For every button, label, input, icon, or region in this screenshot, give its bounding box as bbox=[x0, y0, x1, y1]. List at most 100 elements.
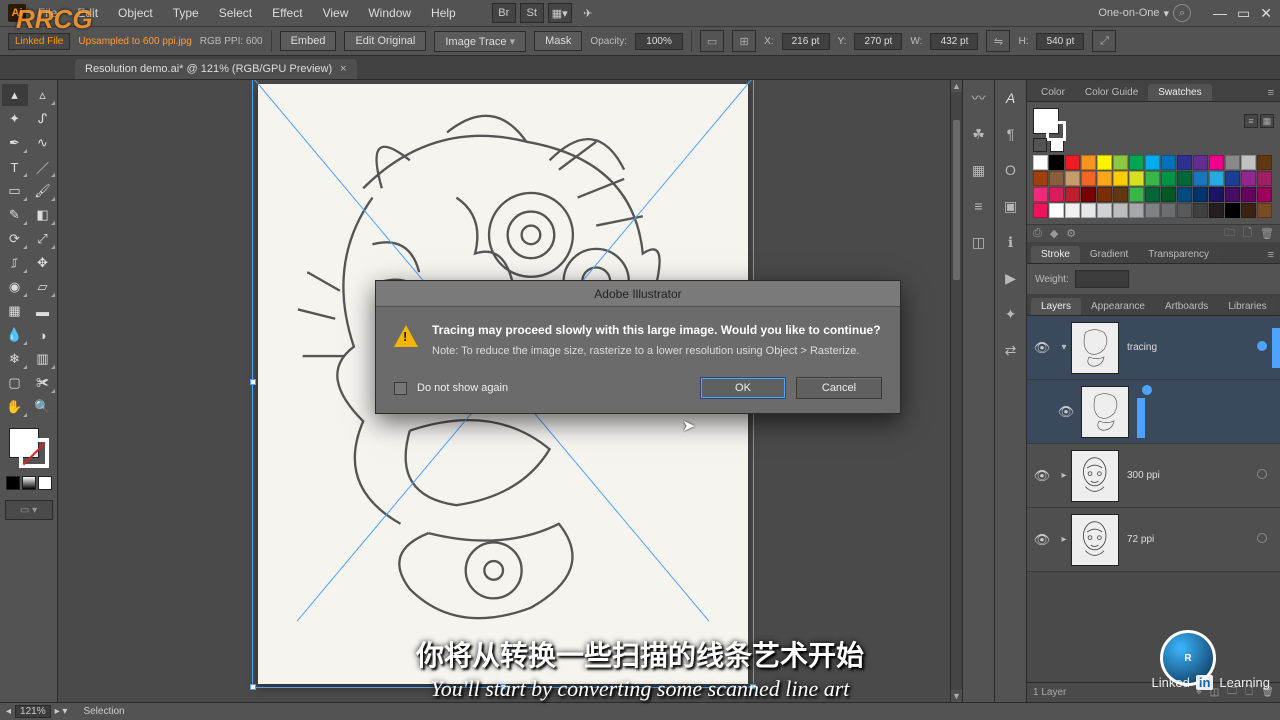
swatch-grid-view-icon[interactable]: ▦ bbox=[1260, 114, 1274, 128]
new-layer-icon[interactable]: 🗋 bbox=[1245, 684, 1253, 701]
panel-menu-icon[interactable]: ≡ bbox=[1262, 247, 1280, 263]
new-sublayer-icon[interactable]: 🗀 bbox=[1227, 684, 1237, 701]
tab-transparency[interactable]: Transparency bbox=[1138, 246, 1219, 263]
swatch[interactable] bbox=[1145, 203, 1160, 218]
swatch[interactable] bbox=[1097, 187, 1112, 202]
swatch[interactable] bbox=[1065, 171, 1080, 186]
swatch[interactable] bbox=[1193, 187, 1208, 202]
tab-color-guide[interactable]: Color Guide bbox=[1075, 84, 1148, 101]
menu-window[interactable]: Window bbox=[360, 6, 419, 20]
swatch[interactable] bbox=[1129, 187, 1144, 202]
vertical-scrollbar[interactable]: ▲ ▼ bbox=[950, 80, 962, 702]
artboard-tool[interactable]: ▢ bbox=[2, 372, 28, 394]
zoom-control[interactable]: ◂ 121% ▸ ▾ bbox=[6, 705, 67, 718]
x-value[interactable]: 216 pt bbox=[782, 33, 830, 50]
scale-tool[interactable]: ⤢ bbox=[30, 228, 56, 250]
menu-select[interactable]: Select bbox=[211, 6, 260, 20]
swatch[interactable] bbox=[1161, 171, 1176, 186]
link-wh-button[interactable]: ⇋ bbox=[986, 30, 1010, 52]
swatch[interactable] bbox=[1081, 171, 1096, 186]
eraser-tool[interactable]: ◧ bbox=[30, 204, 56, 226]
curvature-tool[interactable]: ∿ bbox=[30, 132, 56, 154]
swatch[interactable] bbox=[1113, 155, 1128, 170]
width-tool[interactable]: ⎎ bbox=[2, 252, 28, 274]
fill-stroke-indicator[interactable] bbox=[7, 426, 51, 470]
none-swatch[interactable] bbox=[1033, 138, 1047, 152]
swatch[interactable] bbox=[1209, 171, 1224, 186]
swatch[interactable] bbox=[1225, 155, 1240, 170]
visibility-toggle[interactable]: 👁 bbox=[1051, 404, 1081, 420]
graphic-styles-panel-icon[interactable]: ▦ bbox=[967, 158, 991, 182]
y-value[interactable]: 270 pt bbox=[854, 33, 902, 50]
new-swatch-icon[interactable]: 🗋 bbox=[1243, 224, 1252, 243]
layer-name[interactable]: tracing bbox=[1127, 342, 1252, 353]
layer-twirl-icon[interactable]: ▾ bbox=[1057, 342, 1071, 353]
opacity-value[interactable]: 100% bbox=[635, 33, 683, 50]
opentype-panel-icon[interactable]: O bbox=[999, 158, 1023, 182]
gradient-tool[interactable]: ▬ bbox=[30, 300, 56, 322]
close-button[interactable]: ✕ bbox=[1260, 5, 1272, 22]
swatch[interactable] bbox=[1193, 155, 1208, 170]
minimize-button[interactable]: — bbox=[1213, 5, 1227, 22]
rectangle-tool[interactable]: ▭ bbox=[2, 180, 28, 202]
w-value[interactable]: 432 pt bbox=[930, 33, 978, 50]
swatch[interactable] bbox=[1049, 203, 1064, 218]
current-fill-swatch[interactable] bbox=[1033, 108, 1059, 134]
tab-gradient[interactable]: Gradient bbox=[1080, 246, 1138, 263]
layer-target[interactable] bbox=[1252, 533, 1272, 546]
shapebuilder-tool[interactable]: ◉ bbox=[2, 276, 28, 298]
transform-panel-button[interactable]: ⤢ bbox=[1092, 30, 1116, 52]
scroll-up-icon[interactable]: ▲ bbox=[951, 80, 962, 92]
free-transform-tool[interactable]: ✥ bbox=[30, 252, 56, 274]
tab-color[interactable]: Color bbox=[1031, 84, 1075, 101]
bridge-button[interactable]: Br bbox=[492, 3, 516, 23]
linked-file-badge[interactable]: Linked File bbox=[8, 33, 70, 50]
swatch[interactable] bbox=[1257, 155, 1272, 170]
shaper-tool[interactable]: ✎ bbox=[2, 204, 28, 226]
swatch[interactable] bbox=[1065, 155, 1080, 170]
swatch[interactable] bbox=[1177, 187, 1192, 202]
swatch[interactable] bbox=[1241, 155, 1256, 170]
swatch[interactable] bbox=[1257, 203, 1272, 218]
edit-original-button[interactable]: Edit Original bbox=[344, 31, 426, 51]
swatch[interactable] bbox=[1177, 155, 1192, 170]
swatch[interactable] bbox=[1097, 203, 1112, 218]
swatch[interactable] bbox=[1049, 171, 1064, 186]
magic-wand-tool[interactable]: ✦ bbox=[2, 108, 28, 130]
stock-button[interactable]: St bbox=[520, 3, 544, 23]
visibility-toggle[interactable]: 👁 bbox=[1027, 340, 1057, 356]
search-icon[interactable]: ⌕ bbox=[1173, 4, 1191, 22]
h-value[interactable]: 540 pt bbox=[1036, 33, 1084, 50]
align-button[interactable]: ▭ bbox=[700, 30, 724, 52]
screen-mode-button[interactable]: ▭ ▾ bbox=[5, 500, 53, 520]
character-panel-icon[interactable]: A bbox=[999, 86, 1023, 110]
swatch[interactable] bbox=[1257, 187, 1272, 202]
swatch[interactable] bbox=[1113, 171, 1128, 186]
swatch[interactable] bbox=[1065, 203, 1080, 218]
dont-show-checkbox[interactable] bbox=[394, 382, 407, 395]
swatch[interactable] bbox=[1065, 187, 1080, 202]
swatch-list-view-icon[interactable]: ≡ bbox=[1244, 114, 1258, 128]
links-panel-icon[interactable]: ⇄ bbox=[999, 338, 1023, 362]
swatch-libraries-icon[interactable]: ⎙ bbox=[1033, 227, 1042, 240]
swatch[interactable] bbox=[1145, 187, 1160, 202]
ok-button[interactable]: OK bbox=[700, 377, 786, 399]
swatch[interactable] bbox=[1161, 187, 1176, 202]
swatch[interactable] bbox=[1033, 203, 1048, 218]
layer-name[interactable] bbox=[1137, 385, 1280, 438]
swatch[interactable] bbox=[1257, 171, 1272, 186]
visibility-toggle[interactable]: 👁 bbox=[1027, 532, 1057, 548]
eyedropper-tool[interactable]: 💧 bbox=[2, 324, 28, 346]
none-mode[interactable] bbox=[38, 476, 52, 490]
swatch[interactable] bbox=[1049, 187, 1064, 202]
delete-layer-icon[interactable]: 🗑 bbox=[1261, 687, 1274, 698]
swatch[interactable] bbox=[1033, 155, 1048, 170]
transform-ref-button[interactable]: ⊞ bbox=[732, 30, 756, 52]
menu-file[interactable]: File bbox=[30, 6, 65, 20]
layer-target[interactable] bbox=[1252, 341, 1272, 354]
menu-type[interactable]: Type bbox=[165, 6, 207, 20]
line-tool[interactable]: ／ bbox=[30, 156, 56, 178]
scroll-down-icon[interactable]: ▼ bbox=[951, 690, 962, 702]
layer-row[interactable]: 👁▾ tracing bbox=[1027, 316, 1280, 380]
swatch[interactable] bbox=[1081, 155, 1096, 170]
